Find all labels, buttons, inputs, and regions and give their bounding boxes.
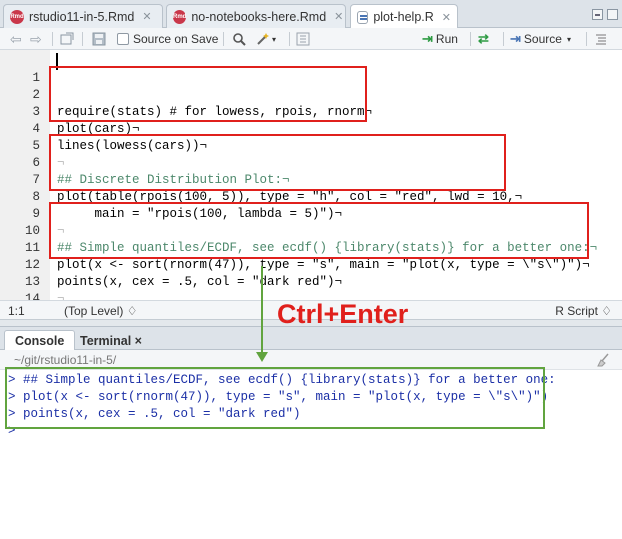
r-script-file-icon: [357, 10, 369, 24]
highlight-box-block-3: [49, 202, 589, 259]
close-icon[interactable]: ✕: [142, 10, 151, 23]
minimize-pane-icon[interactable]: [592, 9, 603, 20]
rmarkdown-file-icon: Rmd: [173, 9, 187, 24]
run-label: Run: [435, 32, 458, 46]
close-icon[interactable]: ✕: [334, 10, 343, 23]
back-arrow-icon[interactable]: ⇦: [10, 31, 22, 47]
rmarkdown-file-icon: Rmd: [10, 9, 24, 24]
console-output[interactable]: > ## Simple quantiles/ECDF, see ecdf() {…: [0, 367, 622, 539]
rerun-icon: ⇄: [478, 31, 489, 46]
tab-label: rstudio11-in-5.Rmd: [29, 9, 135, 24]
tab-label: plot-help.R: [373, 10, 434, 24]
magic-wand-icon[interactable]: ▾: [256, 31, 276, 47]
run-button[interactable]: ⇥ Run: [422, 31, 458, 47]
tab-console[interactable]: Console: [4, 330, 76, 351]
editor-toolbar: ⇦ ⇨ Source on Save ▾ ⇥ Run ⇄ ⇥ Source ▾: [0, 28, 622, 50]
file-type-selector[interactable]: R Script ♢: [555, 304, 612, 318]
search-icon[interactable]: [232, 31, 246, 47]
code-editor[interactable]: 1 2 require(stats) # for lowess, rpois, …: [0, 50, 622, 323]
tab-plot-help[interactable]: plot-help.R ✕: [350, 4, 458, 29]
tab-no-notebooks-here[interactable]: Rmd no-notebooks-here.Rmd ✕: [166, 4, 346, 28]
save-icon[interactable]: [92, 31, 106, 47]
source-button[interactable]: ⇥ Source ▾: [510, 31, 571, 47]
annotation-arrow: [261, 266, 263, 354]
ctrl-enter-annotation: Ctrl+Enter: [277, 299, 409, 329]
tab-label: Console: [15, 334, 65, 348]
tab-rstudio11-in-5[interactable]: Rmd rstudio11-in-5.Rmd ✕: [3, 4, 163, 28]
code-line[interactable]: 13 ¬: [0, 257, 622, 306]
rerun-button[interactable]: ⇄: [478, 31, 492, 47]
code-line[interactable]: 14 ¶: [0, 274, 622, 323]
source-on-save-label: Source on Save: [133, 32, 219, 46]
working-directory-path[interactable]: ~/git/rstudio11-in-5/: [14, 353, 116, 367]
highlight-box-block-2: [49, 134, 506, 191]
chevron-down-icon: ▾: [566, 34, 571, 44]
highlight-box-block-1: [49, 66, 367, 122]
clear-console-icon[interactable]: [596, 353, 610, 367]
highlight-box-console: [5, 367, 545, 429]
pane-window-controls: [592, 9, 618, 20]
run-arrow-icon: ⇥: [422, 31, 433, 46]
tab-terminal[interactable]: Terminal ×: [70, 330, 152, 351]
cursor-position: 1:1: [8, 304, 25, 318]
tab-label: Terminal ×: [80, 333, 142, 348]
outline-icon[interactable]: [296, 31, 310, 47]
source-on-save-checkbox[interactable]: Source on Save: [117, 31, 218, 47]
show-in-window-icon[interactable]: [60, 31, 74, 47]
source-arrow-icon: ⇥: [510, 31, 521, 46]
document-outline-icon[interactable]: [594, 31, 608, 47]
tab-label: no-notebooks-here.Rmd: [191, 9, 327, 24]
scope-selector[interactable]: (Top Level) ♢: [64, 304, 137, 318]
editor-tab-bar: Rmd rstudio11-in-5.Rmd ✕ Rmd no-notebook…: [0, 0, 622, 29]
maximize-pane-icon[interactable]: [607, 9, 618, 20]
annotation-arrow-head: [256, 352, 268, 362]
checkbox-icon[interactable]: [117, 33, 129, 45]
source-label: Source: [523, 32, 562, 46]
forward-arrow-icon[interactable]: ⇨: [30, 31, 42, 47]
close-icon[interactable]: ✕: [442, 11, 451, 24]
